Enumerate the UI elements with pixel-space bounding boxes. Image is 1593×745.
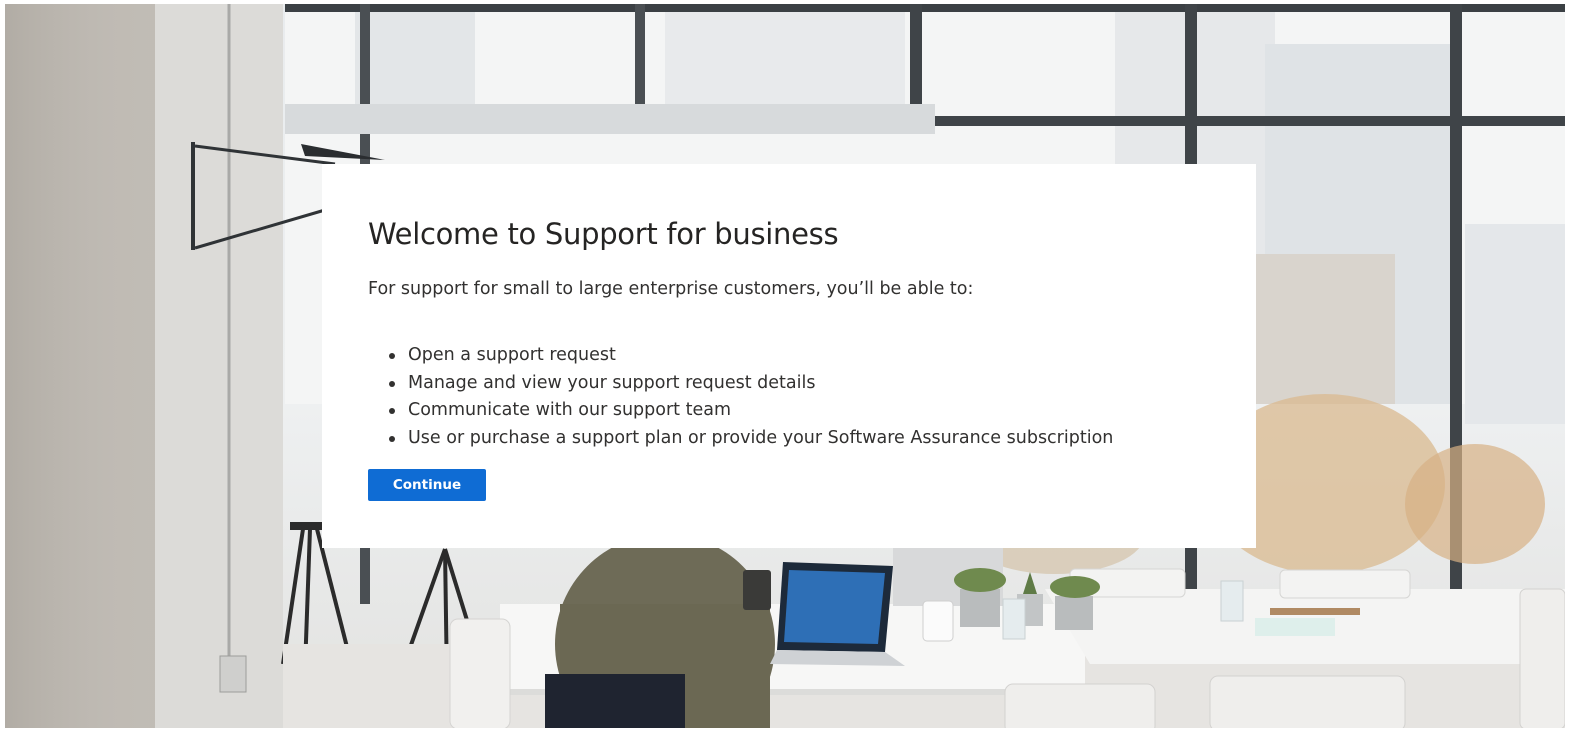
feature-list: Open a support request Manage and view y… [368, 342, 1210, 452]
list-item: Manage and view your support request det… [389, 370, 1210, 398]
page-title: Welcome to Support for business [368, 217, 839, 251]
welcome-card: Welcome to Support for business For supp… [322, 164, 1256, 548]
continue-button[interactable]: Continue [368, 469, 486, 501]
list-item: Use or purchase a support plan or provid… [389, 425, 1210, 453]
background-photo: Welcome to Support for business For supp… [5, 4, 1565, 728]
intro-text: For support for small to large enterpris… [368, 279, 974, 299]
list-item: Communicate with our support team [389, 397, 1210, 425]
list-item: Open a support request [389, 342, 1210, 370]
